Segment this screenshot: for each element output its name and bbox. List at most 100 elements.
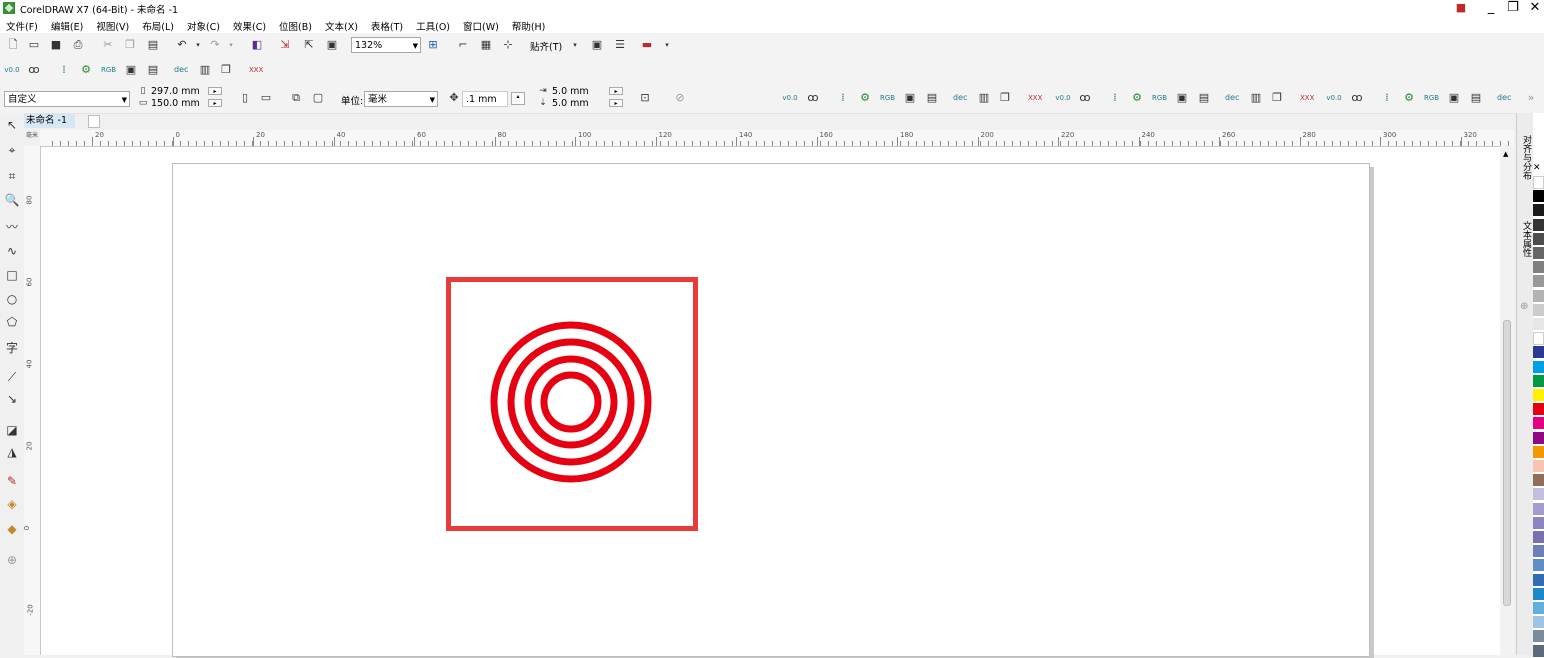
minimize-button[interactable]: _ <box>1482 0 1500 16</box>
copy-plugin-icon[interactable]: ▤ <box>146 63 160 77</box>
color-swatch[interactable] <box>1533 303 1544 317</box>
dec-icon[interactable]: dec <box>1225 91 1239 105</box>
menu-item[interactable]: 编辑(E) <box>51 19 83 33</box>
freehand-tool-icon[interactable]: 〰 <box>4 219 20 235</box>
version-icon[interactable]: v0.0 <box>1326 91 1342 105</box>
crop-tool-icon[interactable]: ⌗ <box>4 168 20 184</box>
version-icon[interactable]: v0.0 <box>1055 91 1071 105</box>
menu-item[interactable]: 窗口(W) <box>463 19 499 33</box>
color-swatch[interactable] <box>1533 204 1544 218</box>
document-page[interactable] <box>172 163 1370 657</box>
inner-ring[interactable] <box>540 371 602 433</box>
menu-item[interactable]: 效果(C) <box>233 19 266 33</box>
target-artwork[interactable] <box>446 277 698 531</box>
full-screen-preview-icon[interactable]: ⊞ <box>426 38 440 52</box>
node-tool-icon[interactable]: ꝏ <box>1350 91 1364 105</box>
color-swatch[interactable] <box>1533 261 1544 275</box>
application-launcher-icon[interactable]: ▬ <box>640 38 654 52</box>
transform-plugin-icon[interactable]: ⚙ <box>1130 91 1144 105</box>
nudge-spinner[interactable]: ▴ <box>511 92 525 105</box>
dimension-tool-icon[interactable]: ⟋ <box>4 369 20 385</box>
xxx-plugin-icon[interactable]: XXX <box>1028 91 1042 105</box>
export-icon[interactable]: ⇱ <box>302 38 316 52</box>
group-plugin-icon[interactable]: ▣ <box>903 91 917 105</box>
node-tool-icon[interactable]: ꝏ <box>27 63 41 77</box>
show-grid-icon[interactable]: ▦ <box>479 38 493 52</box>
portrait-icon[interactable]: ▯ <box>238 91 252 105</box>
vertical-scrollbar[interactable]: ▲ <box>1500 146 1514 655</box>
color-swatch[interactable] <box>1533 374 1544 388</box>
dec-icon[interactable]: dec <box>174 63 188 77</box>
interactive-fill-tool-icon[interactable]: ◈ <box>4 496 20 512</box>
docker-tab-align-distribute[interactable]: 对齐与分布 <box>1520 135 1533 180</box>
barcode-icon[interactable]: ▥ <box>198 63 212 77</box>
align-plugin-icon[interactable]: ⁞ <box>57 63 71 77</box>
paste-icon[interactable]: ▤ <box>146 38 160 52</box>
rectangle-tool-icon[interactable]: □ <box>4 267 20 283</box>
layers-plugin-icon[interactable]: ❐ <box>998 91 1012 105</box>
color-swatch[interactable] <box>1533 389 1544 402</box>
dec-icon[interactable]: dec <box>953 91 967 105</box>
version-icon[interactable]: v0.0 <box>4 63 20 77</box>
close-button[interactable]: ✕ <box>1526 0 1544 16</box>
menu-item[interactable]: 文件(F) <box>6 19 38 33</box>
color-swatch[interactable] <box>1533 232 1544 246</box>
add-tool-icon[interactable]: ⊕ <box>4 552 20 568</box>
color-swatch[interactable] <box>1533 460 1544 473</box>
show-rulers-icon[interactable]: ⌐ <box>456 38 470 52</box>
color-swatch[interactable] <box>1533 502 1544 516</box>
ruler-origin-corner[interactable]: 毫米 <box>26 130 40 146</box>
color-swatch[interactable] <box>1533 332 1544 346</box>
color-swatch[interactable] <box>1533 531 1544 544</box>
rgb-cmyk-icon[interactable]: RGB <box>1152 91 1167 105</box>
menu-item[interactable]: 对象(C) <box>187 19 220 33</box>
copy-icon[interactable]: ❐ <box>123 38 137 52</box>
page-width-value[interactable]: 297.0 mm <box>151 86 200 97</box>
redo-dropdown-icon[interactable]: ▾ <box>224 38 238 52</box>
color-swatch[interactable] <box>1533 431 1544 445</box>
menu-item[interactable]: 布局(L) <box>142 19 174 33</box>
artistic-media-tool-icon[interactable]: ∿ <box>4 243 20 259</box>
outer-ring[interactable] <box>490 321 652 483</box>
duplicate-x-spinner[interactable]: ▸ <box>609 87 623 95</box>
no-color-swatch-icon[interactable]: ✕ <box>1533 163 1544 176</box>
transform-plugin-icon[interactable]: ⚙ <box>79 63 93 77</box>
transparency-tool-icon[interactable]: ◮ <box>4 444 20 460</box>
color-swatch[interactable] <box>1533 573 1544 587</box>
text-tool-icon[interactable]: 字 <box>4 340 20 356</box>
polygon-tool-icon[interactable]: ⬠ <box>4 314 20 330</box>
color-swatch[interactable] <box>1533 602 1544 615</box>
page-preset-dropdown[interactable]: 自定义 ▼ <box>4 91 130 107</box>
color-swatch[interactable] <box>1533 559 1544 573</box>
snap-dropdown-icon[interactable]: ▾ <box>568 38 582 52</box>
redo-icon[interactable]: ↷ <box>208 38 222 52</box>
zoom-tool-icon[interactable]: 🔍 <box>4 192 20 208</box>
units-dropdown[interactable]: 毫米 ▼ <box>364 91 438 107</box>
color-swatch[interactable] <box>1533 275 1544 289</box>
color-swatch[interactable] <box>1533 644 1544 658</box>
color-swatch[interactable] <box>1533 516 1544 530</box>
page-height-spinner[interactable]: ▸ <box>208 99 222 107</box>
transform-plugin-icon[interactable]: ⚙ <box>858 91 872 105</box>
copy-plugin-icon[interactable]: ▤ <box>1469 91 1483 105</box>
copy-plugin-icon[interactable]: ▤ <box>925 91 939 105</box>
save-icon[interactable]: ■ <box>49 38 63 52</box>
color-swatch[interactable] <box>1533 289 1544 303</box>
user-icon[interactable]: ■ <box>1452 0 1470 16</box>
drop-shadow-tool-icon[interactable]: ◪ <box>4 422 20 438</box>
color-swatch[interactable] <box>1533 474 1544 488</box>
color-swatch[interactable] <box>1533 445 1544 459</box>
new-tab-button[interactable] <box>88 115 100 128</box>
pick-tool-icon[interactable]: ↖ <box>4 117 20 133</box>
xxx-plugin-icon[interactable]: XXX <box>1300 91 1314 105</box>
page-height-value[interactable]: 150.0 mm <box>151 98 200 109</box>
node-tool-icon[interactable]: ꝏ <box>1078 91 1092 105</box>
barcode-icon[interactable]: ▥ <box>1249 91 1263 105</box>
print-icon[interactable]: ⎙ <box>71 38 85 52</box>
menu-item[interactable]: 帮助(H) <box>512 19 546 33</box>
menu-item[interactable]: 位图(B) <box>279 19 312 33</box>
rgb-cmyk-icon[interactable]: RGB <box>101 63 116 77</box>
scroll-up-icon[interactable]: ▲ <box>1503 150 1508 158</box>
color-swatch[interactable] <box>1533 360 1544 374</box>
undo-dropdown-icon[interactable]: ▾ <box>191 38 205 52</box>
